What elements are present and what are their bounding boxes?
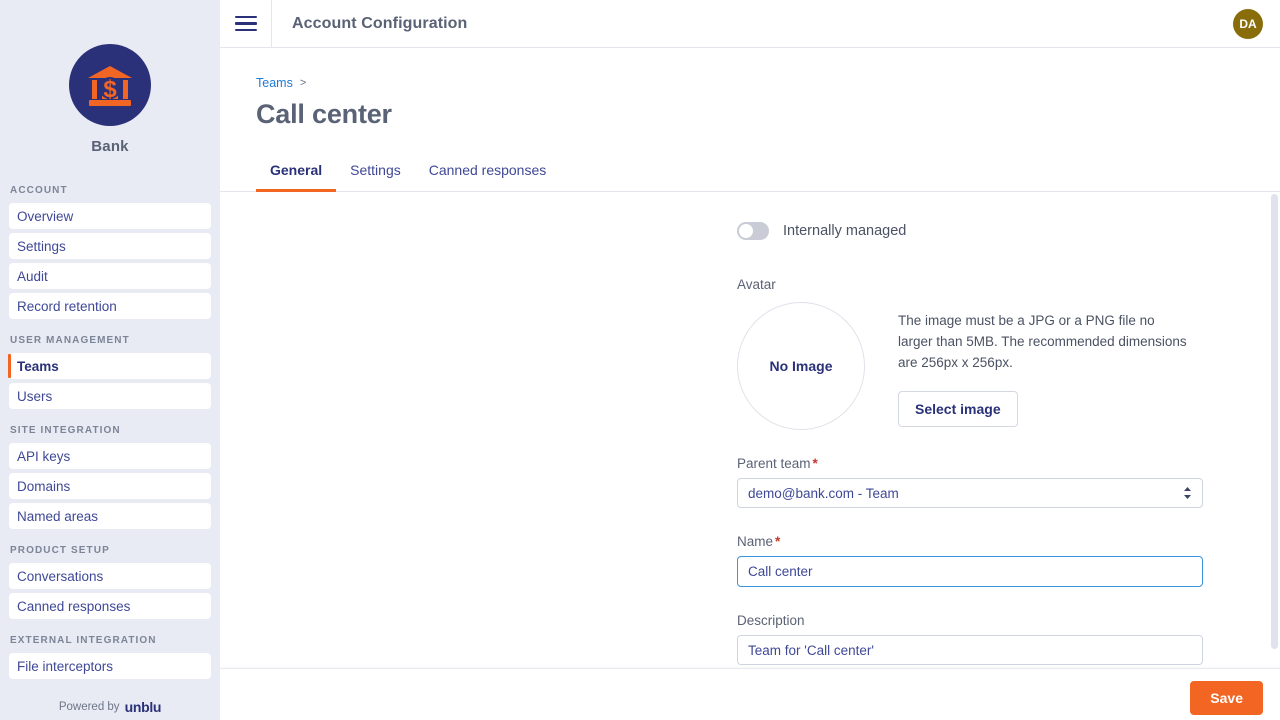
bank-building-icon: $ bbox=[69, 44, 151, 126]
brand-name: Bank bbox=[91, 138, 129, 155]
avatar-block: Avatar No Image The image must be a JPG … bbox=[737, 277, 1280, 430]
content-area: Teams > Call center General Settings Can… bbox=[220, 48, 1280, 720]
parent-team-value: demo@bank.com - Team bbox=[748, 485, 899, 501]
required-marker: * bbox=[775, 534, 781, 549]
tab-general[interactable]: General bbox=[256, 154, 337, 192]
nav-section-label: PRODUCT SETUP bbox=[10, 545, 110, 556]
tab-canned-responses[interactable]: Canned responses bbox=[415, 154, 561, 192]
form-scroll-region: Internally managed Avatar No Image The i… bbox=[220, 192, 1280, 668]
sidebar-item-conversations[interactable]: Conversations bbox=[9, 563, 211, 589]
page-head: Teams > Call center bbox=[220, 48, 1280, 130]
avatar-help-text: The image must be a JPG or a PNG file no… bbox=[898, 313, 1187, 370]
avatar-row: No Image The image must be a JPG or a PN… bbox=[737, 302, 1280, 430]
hamburger-icon bbox=[234, 15, 257, 32]
svg-text:$: $ bbox=[103, 76, 117, 103]
sidebar-item-label: Record retention bbox=[17, 298, 117, 314]
avatar-preview[interactable]: No Image bbox=[737, 302, 865, 430]
main-area: Account Configuration DA Teams > Call ce… bbox=[220, 0, 1280, 720]
select-image-button[interactable]: Select image bbox=[898, 391, 1018, 427]
toggle-knob bbox=[739, 224, 753, 238]
nav-section-label: ACCOUNT bbox=[10, 185, 68, 196]
sidebar-item-audit[interactable]: Audit bbox=[9, 263, 211, 289]
tab-label: Settings bbox=[350, 162, 401, 178]
sidebar-item-users[interactable]: Users bbox=[9, 383, 211, 409]
content-scrollbar[interactable] bbox=[1271, 192, 1278, 668]
sidebar-item-label: Audit bbox=[17, 268, 48, 284]
nav-section-product-setup: PRODUCT SETUP Conversations Canned respo… bbox=[0, 545, 220, 619]
sidebar-item-label: Conversations bbox=[17, 568, 104, 584]
nav-section-label: EXTERNAL INTEGRATION bbox=[10, 635, 157, 646]
description-label: Description bbox=[737, 613, 805, 628]
sidebar-item-label: Overview bbox=[17, 208, 74, 224]
sidebar-item-settings[interactable]: Settings bbox=[9, 233, 211, 259]
description-field: Description bbox=[737, 613, 1280, 665]
sidebar-item-label: Canned responses bbox=[17, 598, 131, 614]
nav-section-account: ACCOUNT Overview Settings Audit Record r… bbox=[0, 185, 220, 319]
powered-by-label: Powered by bbox=[58, 701, 120, 713]
menu-toggle-button[interactable] bbox=[220, 0, 272, 48]
sidebar-item-api-keys[interactable]: API keys bbox=[9, 443, 211, 469]
sidebar-item-label: Settings bbox=[17, 238, 66, 254]
sidebar-item-label: Users bbox=[17, 388, 53, 404]
general-form: Internally managed Avatar No Image The i… bbox=[220, 192, 1280, 665]
topbar: Account Configuration DA bbox=[220, 0, 1280, 48]
nav-section-external-integration: EXTERNAL INTEGRATION File interceptors bbox=[0, 635, 220, 679]
internally-managed-toggle[interactable] bbox=[737, 222, 769, 240]
form-action-bar: Save bbox=[220, 668, 1280, 720]
internally-managed-label: Internally managed bbox=[783, 223, 907, 239]
page-title: Call center bbox=[256, 99, 392, 129]
internally-managed-row: Internally managed bbox=[737, 222, 1280, 240]
avatar-info: The image must be a JPG or a PNG file no… bbox=[898, 302, 1188, 430]
breadcrumb: Teams > bbox=[256, 76, 1280, 90]
required-marker: * bbox=[812, 456, 818, 471]
name-label-text: Name bbox=[737, 534, 774, 549]
sidebar-item-domains[interactable]: Domains bbox=[9, 473, 211, 499]
sidebar-footer: Powered by unblu bbox=[0, 698, 220, 720]
tab-label: General bbox=[270, 162, 323, 178]
nav-section-site-integration: SITE INTEGRATION API keys Domains Named … bbox=[0, 425, 220, 529]
parent-team-label-text: Parent team bbox=[737, 456, 811, 471]
nav-section-label: SITE INTEGRATION bbox=[10, 425, 121, 436]
sidebar: $ Bank ACCOUNT Overview Settings Audit R… bbox=[0, 0, 220, 720]
avatar-placeholder-text: No Image bbox=[769, 358, 833, 374]
nav-section-user-management: USER MANAGEMENT Teams Users bbox=[0, 335, 220, 409]
sidebar-item-teams[interactable]: Teams bbox=[8, 353, 211, 379]
scrollbar-thumb[interactable] bbox=[1271, 194, 1278, 649]
parent-team-select[interactable]: demo@bank.com - Team bbox=[737, 478, 1203, 508]
breadcrumb-link-teams[interactable]: Teams bbox=[256, 76, 293, 90]
tab-label: Canned responses bbox=[428, 162, 547, 178]
app-root: $ Bank ACCOUNT Overview Settings Audit R… bbox=[0, 0, 1280, 720]
nav-section-label: USER MANAGEMENT bbox=[10, 335, 130, 346]
description-input[interactable] bbox=[737, 635, 1203, 665]
page-header-title: Account Configuration bbox=[292, 14, 468, 32]
brand: $ Bank bbox=[0, 0, 220, 155]
sidebar-item-record-retention[interactable]: Record retention bbox=[9, 293, 211, 319]
sidebar-item-label: Named areas bbox=[17, 508, 99, 524]
sidebar-item-label: Domains bbox=[17, 478, 71, 494]
sidebar-item-label: Teams bbox=[17, 358, 59, 374]
parent-team-field: Parent team * demo@bank.com - Team bbox=[737, 456, 1280, 508]
chevron-right-icon: > bbox=[299, 77, 307, 89]
sidebar-item-label: API keys bbox=[17, 448, 71, 464]
unblu-logo: unblu bbox=[124, 699, 162, 715]
avatar[interactable]: DA bbox=[1233, 8, 1263, 39]
name-input[interactable] bbox=[737, 556, 1203, 587]
sidebar-item-label: File interceptors bbox=[17, 658, 114, 674]
sidebar-item-overview[interactable]: Overview bbox=[9, 203, 211, 229]
sidebar-nav: ACCOUNT Overview Settings Audit Record r… bbox=[0, 185, 220, 698]
tab-settings[interactable]: Settings bbox=[336, 154, 415, 192]
save-button[interactable]: Save bbox=[1190, 680, 1263, 715]
name-label: Name * bbox=[737, 534, 1280, 549]
sidebar-item-file-interceptors[interactable]: File interceptors bbox=[9, 653, 211, 679]
name-field: Name * bbox=[737, 534, 1280, 587]
tab-bar: General Settings Canned responses bbox=[220, 154, 1280, 192]
sidebar-item-named-areas[interactable]: Named areas bbox=[9, 503, 211, 529]
chevron-updown-icon bbox=[1183, 486, 1192, 500]
parent-team-label: Parent team * bbox=[737, 456, 1280, 471]
avatar-label: Avatar bbox=[737, 277, 776, 292]
sidebar-item-canned-responses[interactable]: Canned responses bbox=[9, 593, 211, 619]
